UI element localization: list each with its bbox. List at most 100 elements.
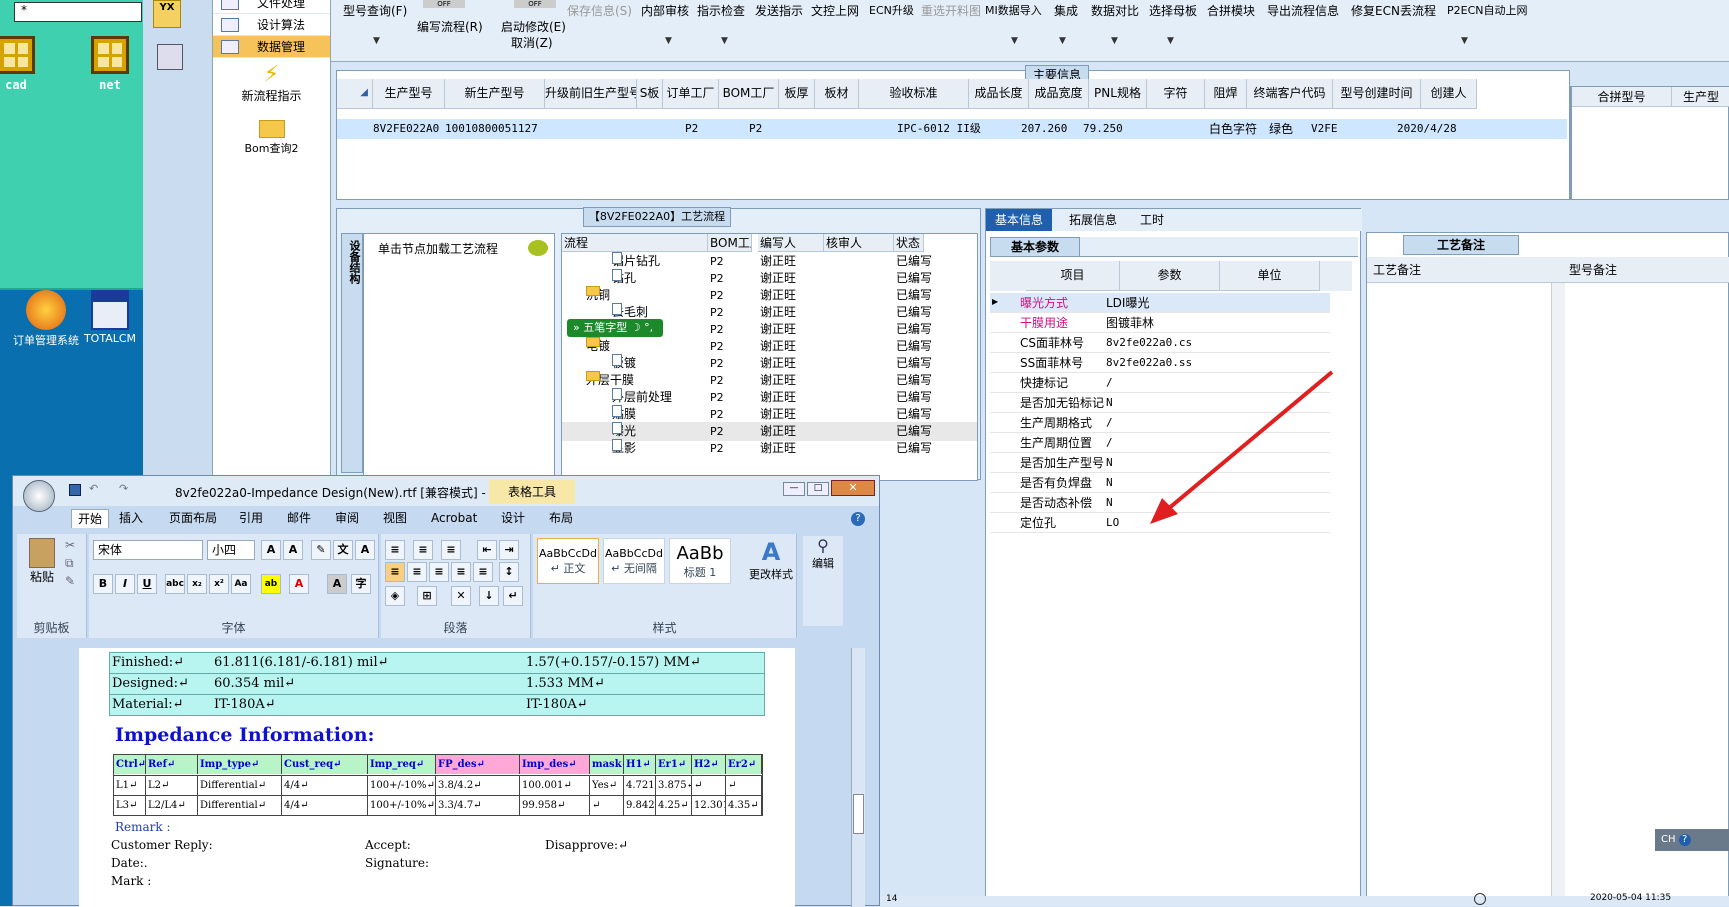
process-header[interactable]: BOM工厂 — [708, 234, 752, 252]
main-info-header[interactable]: 字符 — [1147, 79, 1205, 109]
chevron-down-icon[interactable]: ▼ — [1461, 36, 1468, 46]
ribbon-tab[interactable]: 视图 — [383, 509, 407, 527]
main-info-header[interactable]: 阻焊 — [1205, 79, 1247, 109]
table-row[interactable]: 8V2FE022A0 10010800051127 P2 P2 IPC-6012… — [337, 119, 1567, 139]
style-swatch[interactable]: AaBbCcDd ↵ 无间隔 — [603, 538, 665, 584]
toolbar-data-compare[interactable]: 数据对比 — [1091, 2, 1139, 19]
shrink-font-icon[interactable]: A — [283, 540, 303, 560]
table-tools-tab[interactable]: 表格工具 — [489, 480, 575, 504]
redo-icon[interactable]: ↷ — [119, 482, 128, 495]
yx-icon[interactable]: YX — [153, 0, 181, 28]
help-icon[interactable]: ? — [851, 512, 865, 526]
main-info-header[interactable]: 成品长度 — [969, 79, 1029, 109]
ribbon-tab[interactable]: 审阅 — [335, 509, 359, 527]
main-info-header[interactable]: 创建人 — [1421, 79, 1477, 109]
ribbon-tab[interactable]: 插入 — [119, 509, 143, 527]
bom-query-button[interactable]: Bom查询2 — [213, 118, 330, 156]
align-left-icon[interactable]: ≡ — [385, 562, 405, 582]
bullets-icon[interactable]: ≡ — [385, 540, 405, 560]
param-row[interactable]: CS面菲林号 8v2fe022a0.cs — [990, 333, 1330, 353]
borders-icon[interactable]: ⊞ — [417, 586, 437, 606]
align-right-icon[interactable]: ≡ — [429, 562, 449, 582]
tab-work-hours[interactable]: 工时 — [1132, 209, 1172, 231]
edit-button[interactable]: ⚲ 编辑 — [803, 536, 843, 626]
chevron-down-icon[interactable]: ▼ — [1167, 36, 1174, 46]
main-info-header[interactable]: BOM工厂 — [719, 79, 779, 109]
chevron-down-icon[interactable]: ▼ — [373, 36, 380, 46]
italic-icon[interactable]: I — [115, 574, 135, 594]
desktop-icon-cad[interactable]: cad — [0, 36, 46, 92]
word-scrollbar[interactable] — [851, 648, 865, 907]
main-info-header[interactable]: PNL规格 — [1089, 79, 1147, 109]
increase-indent-icon[interactable]: ⇥ — [499, 540, 519, 560]
ribbon-tab[interactable]: 邮件 — [287, 509, 311, 527]
main-info-header[interactable]: 型号创建时间 — [1333, 79, 1421, 109]
format-painter-icon[interactable]: ✎ — [65, 574, 75, 588]
bold-icon[interactable]: B — [93, 574, 113, 594]
shading-icon[interactable]: ◈ — [385, 586, 405, 606]
style-swatch[interactable]: AaBb 标题 1 — [669, 538, 731, 584]
desktop-icon-order-system[interactable]: 订单管理系统 — [8, 290, 84, 348]
clear-format-icon[interactable]: ✎ — [311, 540, 331, 560]
distributed-icon[interactable]: ≡ — [473, 562, 493, 582]
toolbar-export-flow[interactable]: 导出流程信息 — [1267, 2, 1339, 19]
undo-icon[interactable]: ↶ — [89, 482, 98, 495]
ime-toolbar[interactable]: » 五笔字型 ☽ °, — [567, 319, 663, 337]
char-border-icon[interactable]: A — [355, 540, 375, 560]
main-info-header[interactable]: S板 — [637, 79, 663, 109]
main-info-header[interactable]: 生产型号 — [373, 79, 445, 109]
superscript-icon[interactable]: x² — [209, 574, 229, 594]
nav-item-design-algorithm[interactable]: 设计算法 — [213, 14, 330, 36]
document-page[interactable]: Finished:↵ 61.811(6.181/-6.181) mil↵ 1.57(… — [79, 648, 795, 907]
node-load-panel[interactable]: 单击节点加载工艺流程 — [363, 233, 555, 481]
toolbar-merge-module[interactable]: 合拼模块 — [1207, 2, 1255, 19]
toolbar-write-flow[interactable]: 编写流程(R) — [417, 18, 483, 35]
toolbar-cancel[interactable]: 取消(Z) — [511, 34, 553, 51]
process-header[interactable]: 核审人 — [824, 234, 894, 252]
highlight-icon[interactable]: ab — [261, 574, 281, 594]
sort-icon[interactable]: ↓ — [479, 586, 499, 606]
main-info-header[interactable]: 新生产型号 — [445, 79, 545, 109]
chevron-down-icon[interactable]: ▼ — [665, 36, 672, 46]
enclose-char-icon[interactable]: 字 — [351, 574, 371, 594]
desktop-icon-totalcm[interactable]: TOTALCM — [80, 290, 140, 345]
ribbon-tab[interactable]: 引用 — [239, 509, 263, 527]
main-info-header[interactable]: 升级前旧生产型号 — [545, 79, 637, 109]
toolbar-send-instruction[interactable]: 发送指示 — [755, 2, 803, 19]
toolbar-fix-ecn[interactable]: 修复ECN丢流程 — [1351, 2, 1436, 19]
main-info-header[interactable]: 订单工厂 — [663, 79, 719, 109]
scrollbar[interactable] — [1551, 283, 1565, 903]
cut-icon[interactable]: ✂ — [65, 538, 75, 552]
toolbar-reselect-cut[interactable]: 重选开料图 — [921, 2, 981, 19]
side-tab-structure[interactable]: 设备结构 — [341, 233, 363, 473]
tree-row[interactable]: 显影 P2 谢正旺 已编写 — [562, 439, 977, 458]
strikethrough-icon[interactable]: abc — [165, 574, 185, 594]
chevron-down-icon[interactable]: ▼ — [1011, 36, 1018, 46]
phonetic-icon[interactable]: 文 — [333, 540, 353, 560]
multilevel-icon[interactable]: ≡ — [441, 540, 461, 560]
toolbar-save-info[interactable]: 保存信息(S) — [567, 2, 632, 19]
toolbar-mi-import[interactable]: MI数据导入 — [985, 2, 1042, 18]
toolbar-model-query[interactable]: 型号查询(F) — [343, 2, 407, 19]
chevron-down-icon[interactable]: ▼ — [721, 36, 728, 46]
subtab-basic-params[interactable]: 基本参数 — [990, 237, 1080, 257]
underline-icon[interactable]: U — [137, 574, 157, 594]
nav-item-file[interactable]: 文件处理 — [213, 0, 330, 14]
align-center-icon[interactable]: ≡ — [407, 562, 427, 582]
maximize-icon[interactable]: □ — [807, 482, 829, 496]
toolbar-ecn-upgrade[interactable]: ECN升级 — [869, 2, 914, 18]
process-header[interactable]: 流程 — [562, 234, 708, 252]
justify-icon[interactable]: ≡ — [451, 562, 471, 582]
style-swatch[interactable]: AaBbCcDd ↵ 正文 — [537, 538, 599, 584]
tab-extended-info[interactable]: 拓展信息 — [1060, 209, 1126, 231]
grow-font-icon[interactable]: A — [261, 540, 281, 560]
close-icon[interactable]: ✕ — [831, 480, 875, 496]
toggle-switch[interactable]: OFF — [423, 0, 465, 8]
toolbar-start-modify[interactable]: 启动修改(E) — [501, 18, 566, 35]
param-row[interactable]: 曝光方式 LDI曝光 — [990, 293, 1330, 313]
font-color-icon[interactable]: A — [289, 574, 309, 594]
office-button-icon[interactable] — [23, 480, 55, 512]
main-info-header[interactable]: 验收标准 — [859, 79, 969, 109]
toolbar-instruction-check[interactable]: 指示检查 — [697, 2, 745, 19]
toolbar-select-mother[interactable]: 选择母板 — [1149, 2, 1197, 19]
